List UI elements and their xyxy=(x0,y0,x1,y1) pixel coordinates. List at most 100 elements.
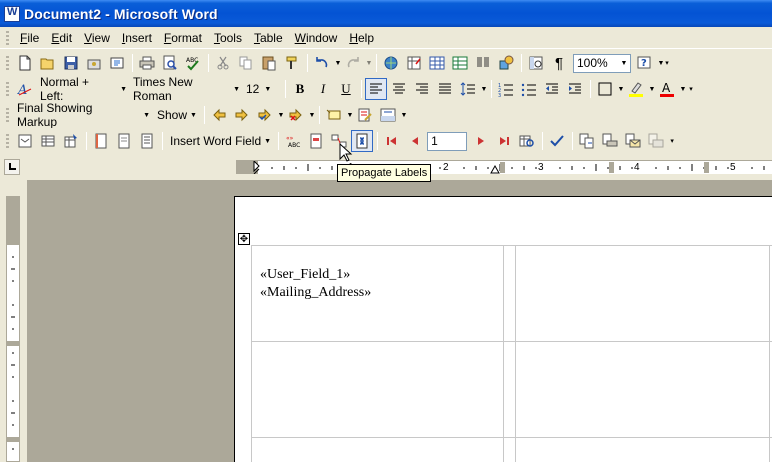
accept-dropdown-icon[interactable]: ▼ xyxy=(277,104,285,126)
last-record-button[interactable] xyxy=(493,130,515,152)
merge-field-user-field[interactable]: «User_Field_1» xyxy=(260,266,350,284)
toolbar-options-icon[interactable]: ▾ xyxy=(663,52,671,74)
reject-dropdown-icon[interactable]: ▼ xyxy=(308,104,316,126)
mail-merge-recipients-button[interactable] xyxy=(60,130,82,152)
document-page[interactable]: ✥ «User_Field_1» «Mailing_Address» xyxy=(234,196,772,462)
check-errors-button[interactable] xyxy=(546,130,568,152)
columns-button[interactable] xyxy=(472,52,494,74)
chevron-down-icon[interactable]: ▼ xyxy=(618,55,630,72)
table-move-handle-icon[interactable]: ✥ xyxy=(238,233,250,245)
previous-change-button[interactable] xyxy=(208,104,230,126)
first-record-button[interactable] xyxy=(381,130,403,152)
toolbar-grip[interactable] xyxy=(6,108,9,122)
email-button[interactable] xyxy=(106,52,128,74)
bold-button[interactable]: B xyxy=(289,78,311,100)
merge-to-printer-button[interactable] xyxy=(599,130,621,152)
italic-button[interactable]: I xyxy=(312,78,334,100)
menu-table[interactable]: Table xyxy=(248,31,289,45)
font-size-combo[interactable]: 12 ▼ xyxy=(243,80,279,99)
insert-word-field-button[interactable]: Insert Word Field ▼ xyxy=(166,130,275,152)
drawing-button[interactable] xyxy=(495,52,517,74)
view-merged-data-button[interactable]: «» ABC xyxy=(282,130,304,152)
align-left-button[interactable] xyxy=(365,78,387,100)
paste-button[interactable] xyxy=(258,52,280,74)
merge-to-new-document-button[interactable] xyxy=(576,130,598,152)
chevron-down-icon[interactable]: ▼ xyxy=(143,112,150,119)
menu-format[interactable]: Format xyxy=(158,31,208,45)
border-dropdown-icon[interactable]: ▼ xyxy=(617,78,625,100)
next-change-button[interactable] xyxy=(231,104,253,126)
display-for-review-combo[interactable]: Final Showing Markup ▼ xyxy=(14,101,150,129)
format-painter-button[interactable] xyxy=(281,52,303,74)
go-to-record-field[interactable]: 1 xyxy=(427,131,468,151)
redo-dropdown-icon[interactable]: ▼ xyxy=(365,52,373,74)
undo-button[interactable] xyxy=(311,52,333,74)
merge-to-fax-button[interactable] xyxy=(645,130,667,152)
menu-view[interactable]: View xyxy=(78,31,116,45)
highlight-button[interactable] xyxy=(625,78,647,100)
reviewing-pane-button[interactable] xyxy=(377,104,399,126)
insert-table-button[interactable] xyxy=(426,52,448,74)
word-app-icon[interactable] xyxy=(4,5,20,22)
print-preview-button[interactable] xyxy=(159,52,181,74)
tables-borders-button[interactable] xyxy=(403,52,425,74)
show-menu-button[interactable]: Show ▼ xyxy=(153,104,201,126)
new-comment-button[interactable] xyxy=(323,104,345,126)
styles-formatting-button[interactable]: A xyxy=(14,78,36,100)
zoom-combo[interactable]: 100% ▼ xyxy=(573,53,631,73)
menu-grip[interactable] xyxy=(6,30,9,45)
font-color-dropdown-icon[interactable]: ▼ xyxy=(679,78,687,100)
line-spacing-button[interactable] xyxy=(457,78,479,100)
menu-help[interactable]: Help xyxy=(343,31,380,45)
justify-button[interactable] xyxy=(434,78,456,100)
reviewing-dropdown-icon[interactable]: ▼ xyxy=(400,104,408,126)
toolbar-grip[interactable] xyxy=(6,134,9,148)
menu-edit[interactable]: Edit xyxy=(45,31,78,45)
merge-field-mailing-address[interactable]: «Mailing_Address» xyxy=(260,284,371,302)
next-record-button[interactable] xyxy=(470,130,492,152)
toolbar-grip[interactable] xyxy=(6,82,9,96)
permission-button[interactable] xyxy=(83,52,105,74)
toolbar-options-icon[interactable]: ▾ xyxy=(668,130,676,152)
help-button[interactable]: ? xyxy=(634,52,656,74)
print-button[interactable] xyxy=(136,52,158,74)
menu-file[interactable]: File xyxy=(14,31,45,45)
insert-greeting-line-button[interactable] xyxy=(113,130,135,152)
save-button[interactable] xyxy=(60,52,82,74)
horizontal-ruler[interactable]: 1 2 3 4 5 xyxy=(236,160,772,174)
accept-change-button[interactable] xyxy=(254,104,276,126)
vertical-ruler[interactable] xyxy=(6,196,20,462)
undo-dropdown-icon[interactable]: ▼ xyxy=(334,52,342,74)
decrease-indent-button[interactable] xyxy=(541,78,563,100)
insert-merge-fields-button[interactable] xyxy=(136,130,158,152)
toolbar-grip[interactable] xyxy=(6,56,9,70)
font-combo[interactable]: Times New Roman ▼ xyxy=(130,75,240,103)
insert-excel-button[interactable] xyxy=(449,52,471,74)
copy-button[interactable] xyxy=(235,52,257,74)
propagate-labels-button[interactable] xyxy=(351,130,374,152)
comment-dropdown-icon[interactable]: ▼ xyxy=(346,104,354,126)
previous-record-button[interactable] xyxy=(404,130,426,152)
chevron-down-icon[interactable]: ▼ xyxy=(233,86,240,93)
chevron-down-icon[interactable]: ▼ xyxy=(264,86,271,93)
line-spacing-dropdown-icon[interactable]: ▼ xyxy=(480,78,488,100)
align-right-button[interactable] xyxy=(411,78,433,100)
find-entry-button[interactable] xyxy=(516,130,538,152)
track-changes-button[interactable] xyxy=(354,104,376,126)
cut-button[interactable] xyxy=(212,52,234,74)
tab-selector-button[interactable] xyxy=(4,159,20,175)
underline-button[interactable]: U xyxy=(335,78,357,100)
document-map-button[interactable] xyxy=(525,52,547,74)
merge-to-email-button[interactable] xyxy=(622,130,644,152)
open-data-source-button[interactable] xyxy=(37,130,59,152)
bullets-button[interactable] xyxy=(518,78,540,100)
highlight-merge-fields-button[interactable] xyxy=(305,130,327,152)
main-document-setup-button[interactable] xyxy=(14,130,36,152)
reject-change-button[interactable] xyxy=(285,104,307,126)
font-color-button[interactable]: A xyxy=(656,78,678,100)
highlight-dropdown-icon[interactable]: ▼ xyxy=(648,78,656,100)
toolbar-options-icon[interactable]: ▾ xyxy=(687,78,695,100)
show-hide-button[interactable]: ¶ xyxy=(548,52,570,74)
redo-button[interactable] xyxy=(342,52,364,74)
menu-tools[interactable]: Tools xyxy=(208,31,248,45)
